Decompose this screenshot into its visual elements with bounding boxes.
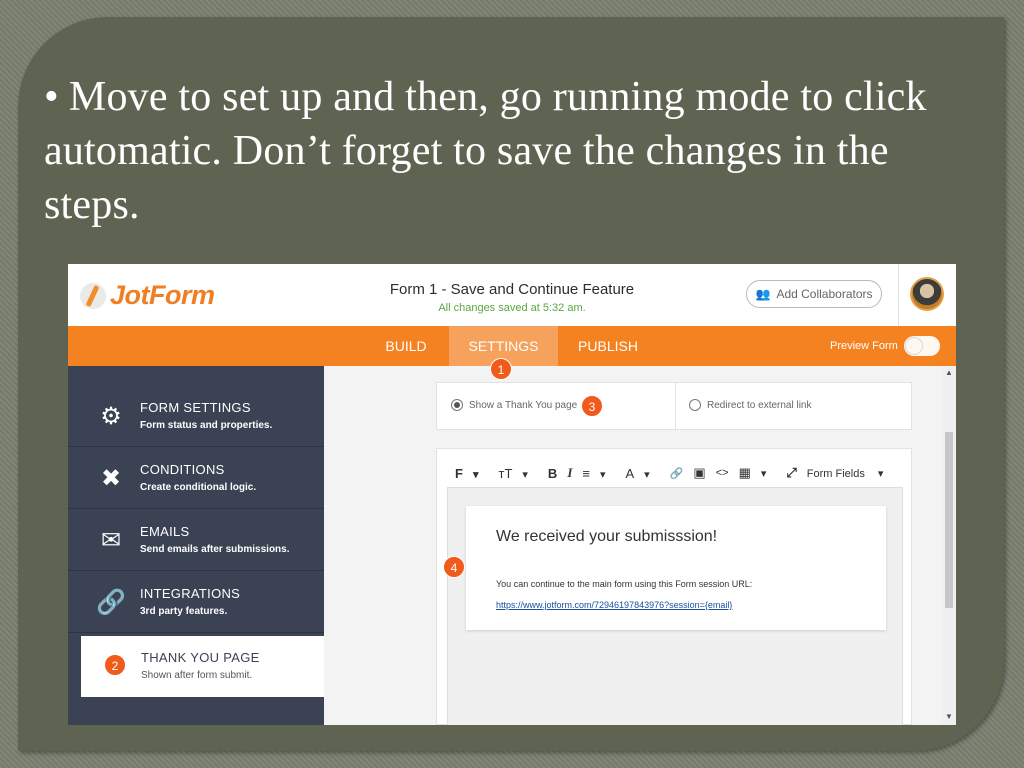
link-icon[interactable]: 🔗 xyxy=(670,467,684,480)
font-family-button[interactable]: F ▾ xyxy=(455,466,488,481)
sidebar-item-title: CONDITIONS xyxy=(140,462,225,477)
people-icon: 👥 xyxy=(755,287,771,301)
thank-you-text[interactable]: You can continue to the main form using … xyxy=(496,579,752,589)
gear-icon: ⚙ xyxy=(100,403,122,430)
sidebar-item-integrations[interactable]: 🔗 INTEGRATIONS 3rd party features. xyxy=(68,572,324,633)
sidebar-item-subtitle: 3rd party features. xyxy=(140,606,228,617)
add-collaborators-label: Add Collaborators xyxy=(776,287,873,301)
font-color-icon: A xyxy=(625,465,635,481)
preview-form-label: Preview Form xyxy=(830,340,898,352)
editor-canvas[interactable]: We received your submisssion! You can co… xyxy=(447,487,903,725)
thank-you-preview-card: We received your submisssion! You can co… xyxy=(466,506,886,630)
session-url-link[interactable]: https://www.jotform.com/72946197843976?s… xyxy=(496,600,732,610)
text-size-label: ᴛT xyxy=(498,465,513,481)
thank-you-heading[interactable]: We received your submisssion! xyxy=(496,528,717,546)
image-icon[interactable]: ▣ xyxy=(693,465,705,481)
align-button[interactable]: ≡ ▾ xyxy=(582,466,615,481)
step-badge-2: 2 xyxy=(104,654,126,676)
caret-down-icon: ▾ xyxy=(472,468,479,481)
sidebar-item-title: THANK YOU PAGE xyxy=(141,650,260,665)
table-button[interactable]: ▦ ▾ xyxy=(739,465,777,481)
caret-down-icon: ▾ xyxy=(644,468,650,481)
sidebar-item-subtitle: Shown after form submit. xyxy=(141,670,253,681)
fullscreen-icon[interactable]: ⤢ xyxy=(786,465,796,481)
font-color-button[interactable]: A ▾ xyxy=(626,466,660,481)
tab-build[interactable]: BUILD xyxy=(374,326,438,366)
conditions-icon: ✖ xyxy=(100,465,122,492)
step-badge-4: 4 xyxy=(443,556,465,578)
option-divider xyxy=(675,383,676,431)
preview-form-toggle[interactable] xyxy=(904,336,940,356)
caret-down-icon: ▾ xyxy=(877,467,884,480)
sidebar-item-subtitle: Form status and properties. xyxy=(140,420,273,431)
redirect-label: Redirect to external link xyxy=(707,399,812,411)
option-redirect[interactable]: Redirect to external link xyxy=(689,399,812,411)
sidebar-item-conditions[interactable]: ✖ CONDITIONS Create conditional logic. xyxy=(68,448,324,509)
show-thank-you-radio[interactable] xyxy=(451,399,463,411)
option-show-thank-you[interactable]: Show a Thank You page xyxy=(451,399,577,411)
bullet-content: Move to set up and then, go running mode… xyxy=(44,74,927,228)
sidebar-item-title: INTEGRATIONS xyxy=(140,586,241,601)
sidebar-item-subtitle: Create conditional logic. xyxy=(140,482,257,493)
font-family-label: F xyxy=(455,465,463,481)
table-icon: ▦ xyxy=(738,465,751,480)
text-size-button[interactable]: ᴛT ▾ xyxy=(498,466,537,481)
app-header: JotForm Form 1 - Save and Continue Featu… xyxy=(68,264,956,327)
sidebar-item-subtitle: Send emails after submissions. xyxy=(140,544,290,555)
scroll-down-icon[interactable]: ▼ xyxy=(942,712,956,721)
form-fields-dropdown[interactable]: Form Fields ▾ xyxy=(807,467,894,480)
caret-down-icon: ▾ xyxy=(599,468,606,481)
sidebar-item-title: FORM SETTINGS xyxy=(140,400,251,415)
form-fields-label: Form Fields xyxy=(806,467,865,480)
header-divider xyxy=(898,264,899,326)
editor-toolbar: F ▾ ᴛT ▾ B I ≡ ▾ A ▾ 🔗 ▣ <> ▦ ▾ ⤢ Form Fields… xyxy=(455,465,903,481)
redirect-radio[interactable] xyxy=(689,399,701,411)
thank-you-editor: F ▾ ᴛT ▾ B I ≡ ▾ A ▾ 🔗 ▣ <> ▦ ▾ ⤢ Form Fields… xyxy=(436,448,912,725)
bullet-symbol: • xyxy=(44,74,59,120)
show-thank-you-label: Show a Thank You page xyxy=(469,399,578,411)
add-collaborators-button[interactable]: 👥 Add Collaborators xyxy=(746,280,882,308)
italic-button[interactable]: I xyxy=(567,465,572,481)
scroll-up-icon[interactable]: ▲ xyxy=(942,368,956,377)
tab-publish[interactable]: PUBLISH xyxy=(568,326,648,366)
align-icon: ≡ xyxy=(582,465,590,481)
caret-down-icon: ▾ xyxy=(760,468,767,480)
sidebar-item-emails[interactable]: ✉ EMAILS Send emails after submissions. xyxy=(68,510,324,571)
slide-bullet-text: • Move to set up and then, go running mod… xyxy=(44,70,984,232)
bold-button[interactable]: B xyxy=(548,466,557,481)
thank-you-mode-options: Show a Thank You page Redirect to extern… xyxy=(436,382,912,431)
user-avatar[interactable] xyxy=(910,277,944,311)
code-icon[interactable]: <> xyxy=(716,467,729,479)
sidebar-item-form-settings[interactable]: ⚙ FORM SETTINGS Form status and properti… xyxy=(68,386,324,447)
scroll-thumb[interactable] xyxy=(945,432,953,608)
main-nav: BUILD SETTINGS PUBLISH Preview Form xyxy=(68,326,956,366)
caret-down-icon: ▾ xyxy=(522,468,528,481)
envelope-icon: ✉ xyxy=(100,527,122,554)
jotform-screenshot: JotForm Form 1 - Save and Continue Featu… xyxy=(68,264,956,725)
link-icon: 🔗 xyxy=(96,589,126,616)
sidebar-item-title: EMAILS xyxy=(140,524,190,539)
step-badge-3: 3 xyxy=(581,395,603,417)
settings-main: Show a Thank You page Redirect to extern… xyxy=(324,366,956,725)
main-scrollbar[interactable]: ▲ ▼ xyxy=(942,366,956,725)
step-badge-1: 1 xyxy=(490,358,512,380)
